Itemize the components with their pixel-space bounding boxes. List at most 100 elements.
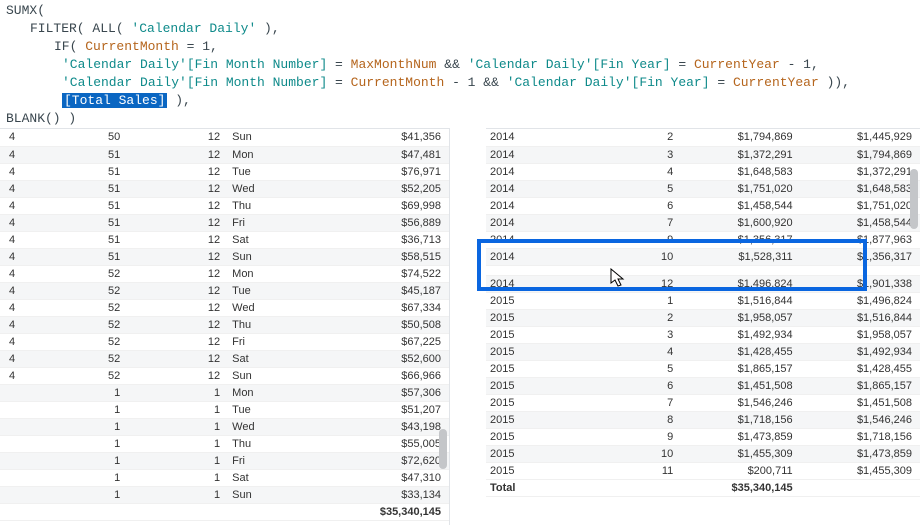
cell: 2014 bbox=[486, 231, 573, 248]
cell: $72,620 bbox=[302, 452, 449, 469]
cell bbox=[0, 435, 23, 452]
cell: 6 bbox=[573, 197, 682, 214]
table-row[interactable]: 20145$1,751,020$1,648,583 bbox=[486, 180, 920, 197]
table-row[interactable]: 11Sat$47,310 bbox=[0, 469, 449, 486]
table-row[interactable]: 11Wed$43,198 bbox=[0, 418, 449, 435]
table-row[interactable]: 45112Thu$69,998 bbox=[0, 197, 449, 214]
formula-line: [Total Sales] ), bbox=[6, 92, 914, 110]
table-row[interactable]: 45212Tue$45,187 bbox=[0, 282, 449, 299]
table-row[interactable]: 20157$1,546,246$1,451,508 bbox=[486, 394, 920, 411]
table-row[interactable]: 20147$1,600,920$1,458,544 bbox=[486, 214, 920, 231]
cell: $1,455,309 bbox=[681, 445, 800, 462]
cell: 5 bbox=[573, 360, 682, 377]
table-row[interactable]: 45112Sun$58,515 bbox=[0, 248, 449, 265]
scrollbar-right[interactable] bbox=[910, 129, 918, 505]
cell: $69,998 bbox=[302, 197, 449, 214]
cell: Sun bbox=[228, 248, 302, 265]
table-row[interactable]: 20153$1,492,934$1,958,057 bbox=[486, 326, 920, 343]
scrollbar-left[interactable] bbox=[439, 129, 447, 505]
cell: 12 bbox=[128, 163, 228, 180]
cell: 52 bbox=[23, 282, 128, 299]
table-row[interactable]: 45212Wed$67,334 bbox=[0, 299, 449, 316]
cell: $57,306 bbox=[302, 384, 449, 401]
table-row[interactable]: 20158$1,718,156$1,546,246 bbox=[486, 411, 920, 428]
cell: 1 bbox=[23, 435, 128, 452]
cell: 52 bbox=[23, 316, 128, 333]
table-row[interactable]: 11Thu$55,005 bbox=[0, 435, 449, 452]
cell: Fri bbox=[228, 452, 302, 469]
cell: $1,648,583 bbox=[801, 180, 920, 197]
table-row[interactable]: 45212Thu$50,508 bbox=[0, 316, 449, 333]
cell: Wed bbox=[228, 299, 302, 316]
table-row[interactable]: 201412$1,496,824$1,901,338 bbox=[486, 275, 920, 292]
cell: 1 bbox=[128, 452, 228, 469]
cell: Sat bbox=[228, 350, 302, 367]
table-row[interactable]: 20156$1,451,508$1,865,157 bbox=[486, 377, 920, 394]
table-row[interactable]: 45112Wed$52,205 bbox=[0, 180, 449, 197]
table-row[interactable]: 201511$200,711$1,455,309 bbox=[486, 462, 920, 479]
table-row[interactable]: 11Mon$57,306 bbox=[0, 384, 449, 401]
dax-formula-bar[interactable]: SUMX( FILTER( ALL( 'Calendar Daily' ), I… bbox=[0, 0, 920, 130]
table-row[interactable]: 45212Fri$67,225 bbox=[0, 333, 449, 350]
cell: 2 bbox=[573, 309, 682, 326]
cell: Mon bbox=[228, 146, 302, 163]
table-row[interactable]: 20155$1,865,157$1,428,455 bbox=[486, 360, 920, 377]
table-row[interactable]: 20144$1,648,583$1,372,291 bbox=[486, 163, 920, 180]
cell: 2 bbox=[573, 129, 682, 146]
cell: $1,451,508 bbox=[681, 377, 800, 394]
table-row[interactable]: 20154$1,428,455$1,492,934 bbox=[486, 343, 920, 360]
cell: 4 bbox=[0, 350, 23, 367]
cell: $1,445,929 bbox=[801, 129, 920, 146]
table-row[interactable]: 45012Sun$41,356 bbox=[0, 129, 449, 146]
cell: 3 bbox=[573, 326, 682, 343]
table-row[interactable]: 201510$1,455,309$1,473,859 bbox=[486, 445, 920, 462]
cell: $1,751,020 bbox=[801, 197, 920, 214]
table-row[interactable]: 201410$1,528,311$1,356,317 bbox=[486, 248, 920, 265]
cell: $1,901,338 bbox=[801, 275, 920, 292]
cell: $1,794,869 bbox=[681, 129, 800, 146]
cell: 4 bbox=[0, 333, 23, 350]
cell: Sat bbox=[228, 469, 302, 486]
table-row[interactable]: 11Tue$51,207 bbox=[0, 401, 449, 418]
cell: Sun bbox=[228, 486, 302, 503]
table-row[interactable]: 45212Sun$66,966 bbox=[0, 367, 449, 384]
table-row[interactable]: 20146$1,458,544$1,751,020 bbox=[486, 197, 920, 214]
table-row[interactable]: 20159$1,473,859$1,718,156 bbox=[486, 428, 920, 445]
cell: 4 bbox=[0, 197, 23, 214]
table-row[interactable]: 11Sun$33,134 bbox=[0, 486, 449, 503]
table-row[interactable]: 45112Fri$56,889 bbox=[0, 214, 449, 231]
cell: 8 bbox=[573, 411, 682, 428]
cell: 50 bbox=[23, 129, 128, 146]
cell: $43,198 bbox=[302, 418, 449, 435]
formula-line: 'Calendar Daily'[Fin Month Number] = Max… bbox=[6, 56, 914, 74]
left-data-table[interactable]: 45012Sun$41,35645112Mon$47,48145112Tue$7… bbox=[0, 128, 450, 525]
cell: 4 bbox=[0, 231, 23, 248]
table-row[interactable]: 45212Sat$52,600 bbox=[0, 350, 449, 367]
cell: 2015 bbox=[486, 445, 573, 462]
cell: $1,372,291 bbox=[801, 163, 920, 180]
cell: $33,134 bbox=[302, 486, 449, 503]
cell: 7 bbox=[573, 394, 682, 411]
cell: $47,481 bbox=[302, 146, 449, 163]
cell: 2015 bbox=[486, 343, 573, 360]
table-row[interactable]: 45112Tue$76,971 bbox=[0, 163, 449, 180]
table-row[interactable]: 45212Mon$74,522 bbox=[0, 265, 449, 282]
cell: Tue bbox=[228, 163, 302, 180]
table-row[interactable]: 11Fri$72,620 bbox=[0, 452, 449, 469]
cell: $1,496,824 bbox=[801, 292, 920, 309]
table-row[interactable]: 20151$1,516,844$1,496,824 bbox=[486, 292, 920, 309]
cell: 4 bbox=[0, 282, 23, 299]
right-data-table[interactable]: 20142$1,794,869$1,445,92920143$1,372,291… bbox=[486, 128, 920, 525]
table-row[interactable]: 45112Sat$36,713 bbox=[0, 231, 449, 248]
table-row[interactable]: 20142$1,794,869$1,445,929 bbox=[486, 129, 920, 146]
pane-divider bbox=[450, 128, 486, 525]
cell: 12 bbox=[128, 265, 228, 282]
cell: $1,958,057 bbox=[801, 326, 920, 343]
cell: $1,865,157 bbox=[681, 360, 800, 377]
cell: 2015 bbox=[486, 428, 573, 445]
cell: $1,648,583 bbox=[681, 163, 800, 180]
table-row[interactable]: 20152$1,958,057$1,516,844 bbox=[486, 309, 920, 326]
table-row[interactable]: 20149$1,356,317$1,877,963 bbox=[486, 231, 920, 248]
table-row[interactable]: 20143$1,372,291$1,794,869 bbox=[486, 146, 920, 163]
table-row[interactable]: 45112Mon$47,481 bbox=[0, 146, 449, 163]
